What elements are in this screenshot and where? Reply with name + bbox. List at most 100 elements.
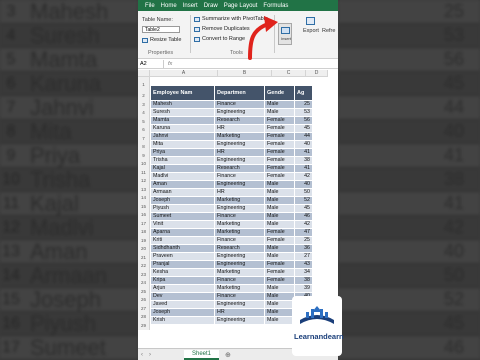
cell-employee-name[interactable]: Mita: [150, 140, 215, 149]
select-all-corner[interactable]: [138, 70, 150, 77]
add-sheet-icon[interactable]: ⊕: [225, 351, 231, 359]
cell-age[interactable]: 50: [294, 188, 313, 197]
cell-employee-name[interactable]: Kriti: [150, 236, 215, 245]
cell-age[interactable]: 41: [294, 148, 313, 157]
cell-gender[interactable]: Male: [264, 308, 295, 317]
cell-employee-name[interactable]: Javed: [150, 300, 215, 309]
cell-gender[interactable]: Male: [264, 220, 295, 229]
cell-department[interactable]: Finance: [214, 172, 265, 181]
cell-department[interactable]: Engineering: [214, 316, 265, 325]
row-number[interactable]: 10: [138, 160, 150, 169]
row-number[interactable]: 26: [138, 296, 150, 305]
cell-department[interactable]: Engineering: [214, 252, 265, 261]
cell-gender[interactable]: Male: [264, 180, 295, 189]
column-header-c[interactable]: C: [272, 70, 306, 77]
next-sheet-icon[interactable]: ›: [146, 352, 154, 358]
cell-department[interactable]: Finance: [214, 100, 265, 109]
remove-duplicates-button[interactable]: Remove Duplicates: [194, 26, 250, 32]
cell-gender[interactable]: Female: [264, 140, 295, 149]
row-number[interactable]: 27: [138, 304, 150, 313]
column-header-a[interactable]: A: [150, 70, 218, 77]
cell-gender[interactable]: Male: [264, 196, 295, 205]
cell-age[interactable]: 43: [294, 260, 313, 269]
row-number[interactable]: 21: [138, 253, 150, 262]
insert-slicer-button[interactable]: Insert: [278, 23, 292, 45]
cell-gender[interactable]: Male: [264, 316, 295, 325]
cell-gender[interactable]: Male: [264, 300, 295, 309]
cell-employee-name[interactable]: Piyush: [150, 204, 215, 213]
column-header-d[interactable]: D: [306, 70, 328, 77]
row-number[interactable]: 4: [138, 109, 150, 118]
row-number[interactable]: 24: [138, 279, 150, 288]
cell-gender[interactable]: Male: [264, 244, 295, 253]
cell-age[interactable]: 38: [294, 156, 313, 165]
cell-department[interactable]: Marketing: [214, 268, 265, 277]
cell-age[interactable]: 25: [294, 236, 313, 245]
menu-page-layout[interactable]: Page Layout: [221, 3, 261, 9]
cell-employee-name[interactable]: Trisha: [150, 156, 215, 165]
cell-employee-name[interactable]: Kesha: [150, 268, 215, 277]
prev-sheet-icon[interactable]: ‹: [138, 352, 146, 358]
cell-department[interactable]: HR: [214, 148, 265, 157]
cell-employee-name[interactable]: Jahnvi: [150, 132, 215, 141]
cell-gender[interactable]: Male: [264, 212, 295, 221]
cell-gender[interactable]: Female: [264, 228, 295, 237]
cell-gender[interactable]: Male: [264, 188, 295, 197]
cell-employee-name[interactable]: Aman: [150, 180, 215, 189]
refresh-button[interactable]: Refre: [322, 28, 335, 34]
menu-formulas[interactable]: Formulas: [260, 3, 291, 9]
cell-department[interactable]: Marketing: [214, 132, 265, 141]
cell-employee-name[interactable]: Vinit: [150, 220, 215, 229]
name-box[interactable]: A2: [138, 59, 164, 68]
cell-employee-name[interactable]: Arjun: [150, 284, 215, 293]
cell-employee-name[interactable]: Suresh: [150, 108, 215, 117]
header-gender[interactable]: Gende: [264, 85, 295, 101]
cell-gender[interactable]: Female: [264, 236, 295, 245]
cell-age[interactable]: 40: [294, 180, 313, 189]
cell-age[interactable]: 46: [294, 212, 313, 221]
row-number[interactable]: 1: [138, 77, 150, 92]
cell-age[interactable]: 53: [294, 108, 313, 117]
cell-gender[interactable]: Female: [264, 132, 295, 141]
row-number[interactable]: 14: [138, 194, 150, 203]
cell-department[interactable]: Marketing: [214, 284, 265, 293]
formula-input[interactable]: [176, 60, 338, 68]
cell-age[interactable]: 41: [294, 164, 313, 173]
cell-employee-name[interactable]: Sumeet: [150, 212, 215, 221]
cell-department[interactable]: Engineering: [214, 204, 265, 213]
cell-employee-name[interactable]: Karuna: [150, 124, 215, 133]
cell-employee-name[interactable]: Dev: [150, 292, 215, 301]
cell-employee-name[interactable]: Aparna: [150, 228, 215, 237]
cell-gender[interactable]: Male: [264, 108, 295, 117]
cell-employee-name[interactable]: Kripa: [150, 276, 215, 285]
cell-employee-name[interactable]: Kajal: [150, 164, 215, 173]
cell-employee-name[interactable]: Sidhdhanth: [150, 244, 215, 253]
table-name-input[interactable]: Table2: [142, 26, 180, 33]
cell-age[interactable]: 38: [294, 276, 313, 285]
cell-department[interactable]: Engineering: [214, 140, 265, 149]
row-number[interactable]: 5: [138, 117, 150, 126]
cell-department[interactable]: Research: [214, 116, 265, 125]
cell-employee-name[interactable]: Armaan: [150, 188, 215, 197]
cell-age[interactable]: 42: [294, 220, 313, 229]
row-number[interactable]: 18: [138, 228, 150, 237]
cell-age[interactable]: 34: [294, 268, 313, 277]
cell-employee-name[interactable]: Joseph: [150, 308, 215, 317]
cell-gender[interactable]: Male: [264, 100, 295, 109]
row-number[interactable]: 29: [138, 321, 150, 330]
header-department[interactable]: Departmen: [214, 85, 265, 101]
menu-insert[interactable]: Insert: [180, 3, 201, 9]
row-number[interactable]: 20: [138, 245, 150, 254]
menu-draw[interactable]: Draw: [201, 3, 221, 9]
cell-employee-name[interactable]: Krish: [150, 316, 215, 325]
sheet-tab[interactable]: Sheet1: [184, 349, 220, 360]
cell-gender[interactable]: Female: [264, 148, 295, 157]
cell-age[interactable]: 36: [294, 244, 313, 253]
row-number[interactable]: 3: [138, 100, 150, 109]
cell-age[interactable]: 44: [294, 132, 313, 141]
cell-department[interactable]: HR: [214, 124, 265, 133]
row-number[interactable]: 19: [138, 236, 150, 245]
row-number[interactable]: 11: [138, 168, 150, 177]
row-number[interactable]: 16: [138, 211, 150, 220]
header-employee-name[interactable]: Employee Nam: [150, 85, 215, 101]
